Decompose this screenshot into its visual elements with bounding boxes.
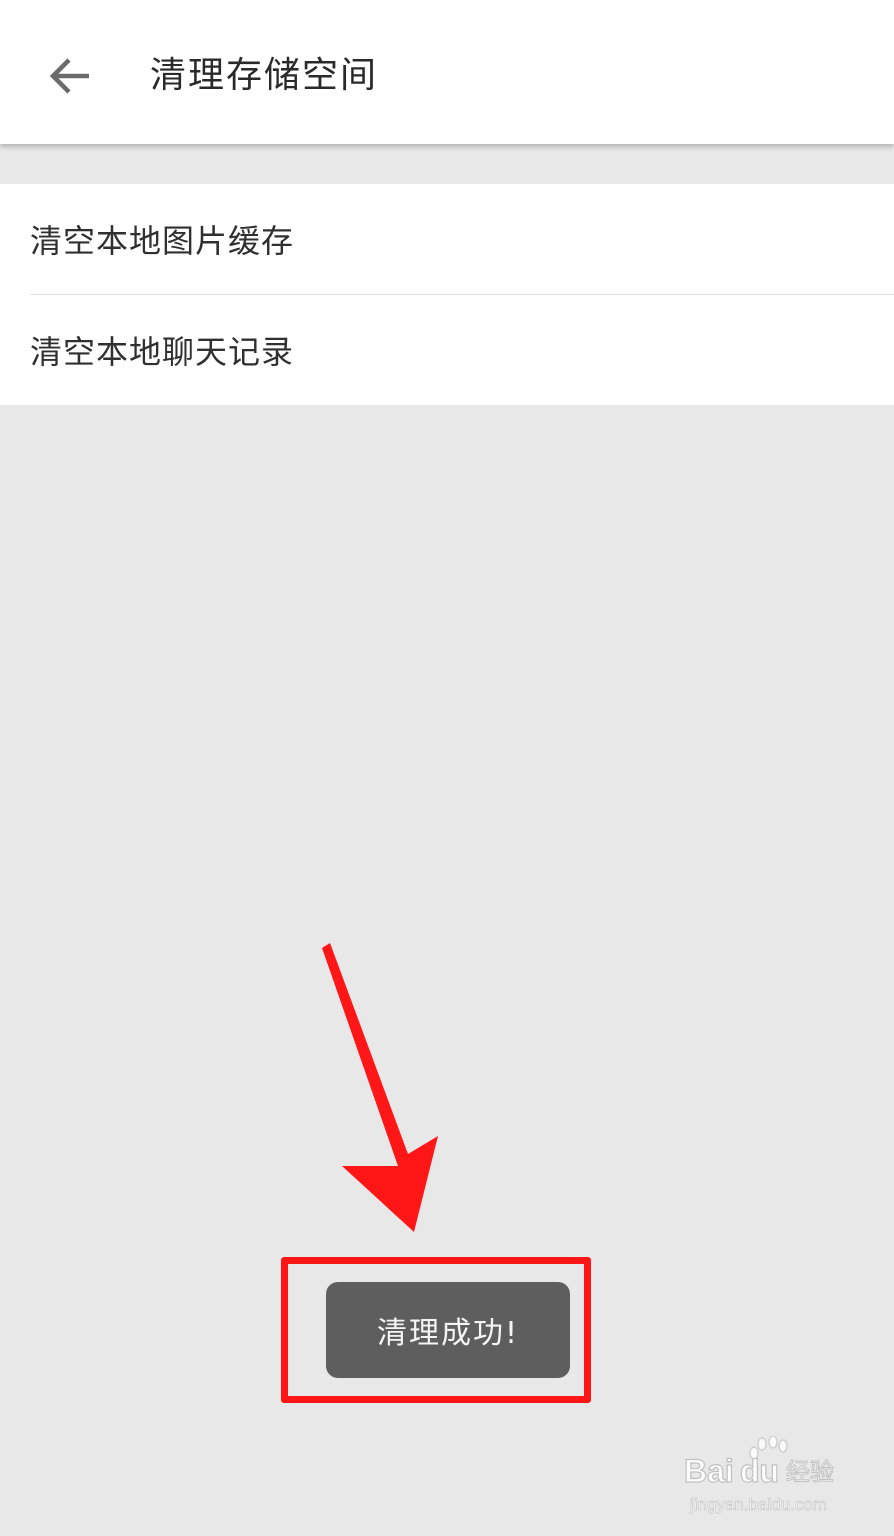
page-title: 清理存储空间 <box>150 55 379 96</box>
back-button[interactable] <box>30 36 110 116</box>
clear-chat-history-item[interactable]: 清空本地聊天记录 <box>0 295 894 405</box>
svg-text:Bai: Bai <box>684 1453 734 1489</box>
svg-text:jingyan.baidu.com: jingyan.baidu.com <box>689 1495 827 1514</box>
settings-list: 清空本地图片缓存 清空本地聊天记录 <box>0 184 894 405</box>
red-arrow-shape <box>322 943 438 1232</box>
svg-text:du: du <box>740 1453 779 1489</box>
baidu-jingyan-watermark: Bai du 经验 jingyan.baidu.com <box>683 1436 835 1514</box>
clear-image-cache-item[interactable]: 清空本地图片缓存 <box>0 184 894 294</box>
app-bar: 清理存储空间 <box>0 0 894 144</box>
svg-text:经验: 经验 <box>786 1458 834 1486</box>
arrow-left-icon <box>49 58 89 94</box>
toast-text: 清理成功! <box>376 1316 520 1351</box>
toast-message: 清理成功! <box>326 1282 570 1378</box>
list-item-label: 清空本地图片缓存 <box>30 222 295 260</box>
list-item-label: 清空本地聊天记录 <box>30 333 295 371</box>
